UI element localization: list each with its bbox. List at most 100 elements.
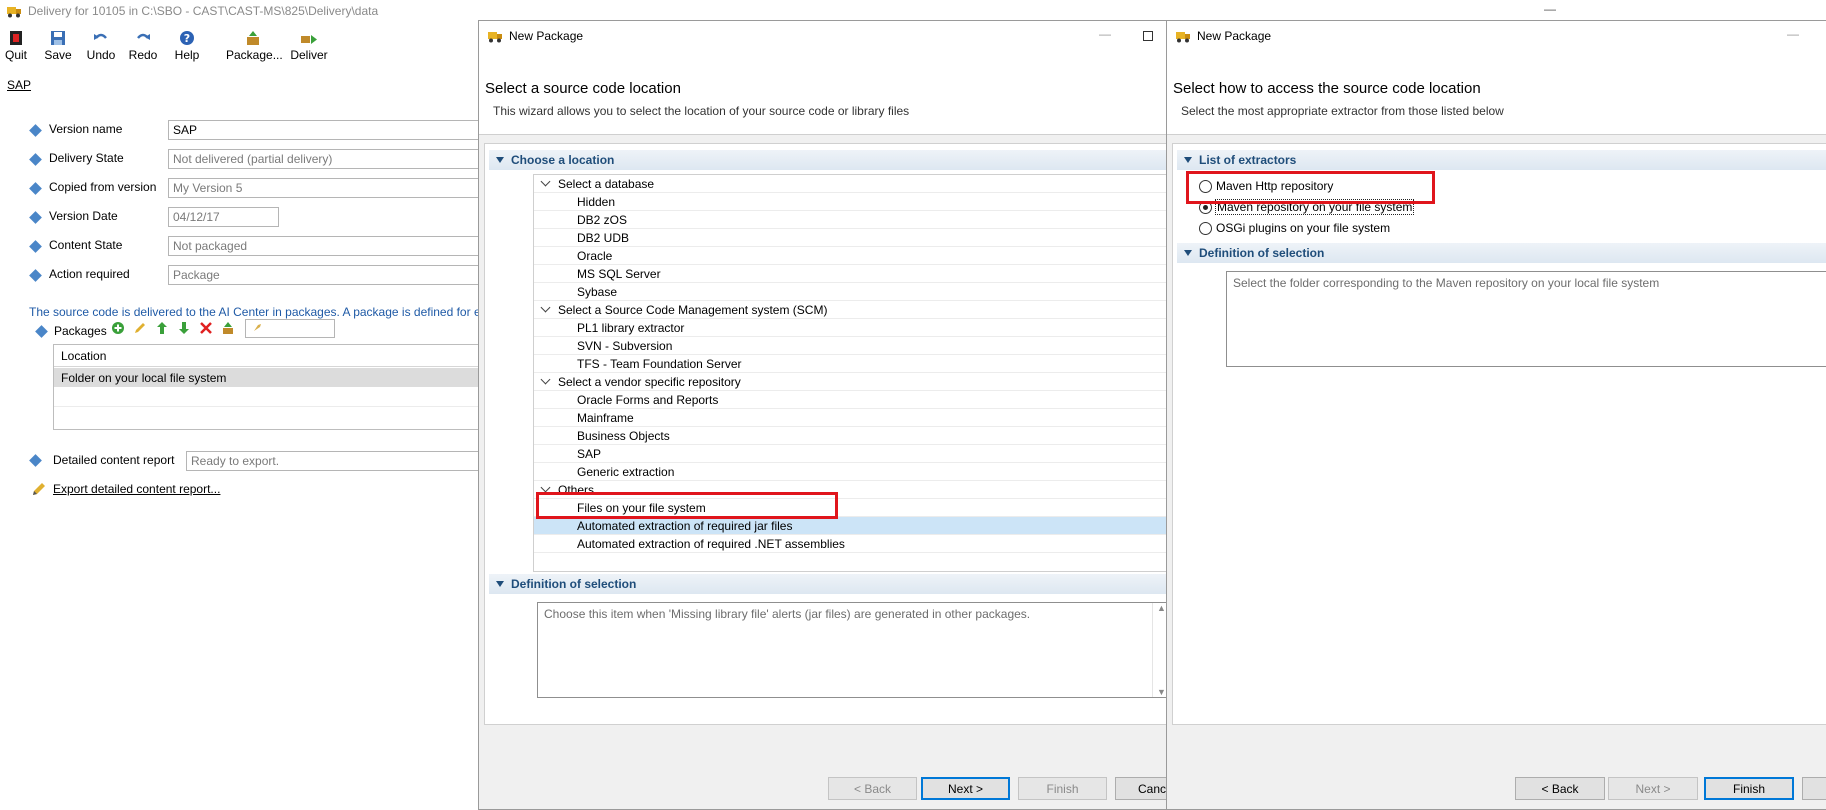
tree-item[interactable]: DB2 zOS — [534, 211, 1168, 229]
chevron-down-icon[interactable] — [540, 176, 551, 187]
help-button[interactable]: ? Help — [172, 30, 202, 62]
minimize-button[interactable]: — — [1544, 2, 1556, 16]
tree-label: Files on your file system — [577, 501, 706, 515]
radio-button[interactable] — [1199, 180, 1212, 193]
tree-item[interactable]: SAP — [534, 445, 1168, 463]
tree-item[interactable]: Oracle Forms and Reports — [534, 391, 1168, 409]
extractor-label: Maven repository on your file system — [1214, 199, 1415, 215]
deliver-icon — [301, 35, 317, 44]
deliver-button[interactable]: Deliver — [289, 30, 329, 62]
tree-item[interactable]: PL1 library extractor — [534, 319, 1168, 337]
section-title: Definition of selection — [1199, 246, 1325, 260]
tree-item[interactable]: Mainframe — [534, 409, 1168, 427]
minimize-button[interactable]: — — [1099, 27, 1111, 41]
arrow-up-icon[interactable] — [155, 321, 169, 335]
quit-button[interactable]: Quit — [4, 30, 28, 62]
content-state-field: Not packaged — [168, 236, 480, 256]
finish-button[interactable]: Finish — [1704, 777, 1794, 800]
scroll-down-icon[interactable]: ▼ — [1157, 687, 1166, 697]
package-icon — [247, 31, 259, 45]
truck-icon — [7, 7, 21, 18]
next-button[interactable]: Next > — [1608, 777, 1698, 800]
dialog-content: Choose a location Select a database Hidde… — [484, 143, 1169, 725]
tree-label: TFS - Team Foundation Server — [577, 357, 742, 371]
tree-label: PL1 library extractor — [577, 321, 685, 335]
window-title: Delivery for 10105 in C:\SBO - CAST\CAST… — [28, 4, 379, 18]
add-icon[interactable] — [111, 321, 125, 335]
radio-button[interactable] — [1199, 222, 1212, 235]
tree-item[interactable]: Hidden — [534, 193, 1168, 211]
tree-label: Oracle — [577, 249, 613, 263]
section-list-extractors[interactable]: List of extractors — [1177, 150, 1826, 170]
chevron-down-icon[interactable] — [540, 374, 551, 385]
back-button[interactable]: < Back — [828, 777, 917, 800]
tree-item[interactable]: MS SQL Server — [534, 265, 1168, 283]
section-definition[interactable]: Definition of selection — [489, 574, 1167, 594]
table-row-divider — [54, 406, 482, 407]
tree-item[interactable]: Oracle — [534, 247, 1168, 265]
finish-button[interactable]: Finish — [1018, 777, 1107, 800]
minimize-button[interactable]: — — [1787, 27, 1799, 41]
tree-item[interactable]: SVN - Subversion — [534, 337, 1168, 355]
package-export-icon[interactable] — [221, 321, 235, 335]
new-package-dialog-location: New Package — Select a source code locat… — [478, 20, 1169, 810]
table-row[interactable]: Folder on your local file system — [54, 368, 482, 387]
version-name-input[interactable]: SAP — [168, 120, 480, 140]
packages-label: Packages — [54, 324, 107, 338]
tree-label: SVN - Subversion — [577, 339, 673, 353]
section-definition[interactable]: Definition of selection — [1177, 243, 1826, 263]
maximize-button[interactable] — [1143, 31, 1153, 41]
delete-icon[interactable] — [199, 321, 213, 335]
rocket-icon — [251, 324, 261, 334]
info-text: The source code is delivered to the AI C… — [29, 305, 479, 319]
next-button[interactable]: Next > — [921, 777, 1010, 800]
dialog-title: New Package — [509, 29, 584, 43]
tree-category[interactable]: Select a Source Code Management system (… — [534, 301, 1168, 319]
chevron-down-icon[interactable] — [540, 302, 551, 313]
redo-button[interactable]: Redo — [128, 30, 158, 62]
cancel-button[interactable] — [1802, 777, 1826, 800]
tree-item[interactable]: Sybase — [534, 283, 1168, 301]
tree-category[interactable]: Select a vendor specific repository — [534, 373, 1168, 391]
edit-pencil-icon[interactable] — [133, 321, 147, 335]
detailed-report-label: Detailed content report — [53, 453, 175, 467]
arrow-down-icon[interactable] — [177, 321, 191, 335]
tree-item[interactable]: Files on your file system — [534, 499, 1168, 517]
version-date-field[interactable]: 04/12/17 — [168, 207, 279, 227]
tree-label: Select a vendor specific repository — [558, 375, 741, 389]
dialog-title-bar: New Package — — [1167, 21, 1826, 51]
breadcrumb[interactable]: SAP — [7, 78, 31, 92]
field-bullet-icon — [29, 153, 42, 166]
undo-button[interactable]: Undo — [86, 30, 116, 62]
chevron-down-icon[interactable] — [540, 482, 551, 493]
tree-item[interactable]: DB2 UDB — [534, 229, 1168, 247]
tree-category[interactable]: Select a database — [534, 175, 1168, 193]
tree-category[interactable]: Others — [534, 481, 1168, 499]
back-button[interactable]: < Back — [1515, 777, 1605, 800]
tree-item[interactable]: TFS - Team Foundation Server — [534, 355, 1168, 373]
tree-label: MS SQL Server — [577, 267, 661, 281]
save-button[interactable]: Save — [44, 30, 72, 62]
deliver-label: Deliver — [290, 48, 328, 62]
tree-item[interactable]: Automated extraction of required jar fil… — [534, 517, 1168, 535]
version-name-label: Version name — [49, 122, 123, 136]
cancel-button[interactable]: Canc — [1115, 777, 1169, 800]
section-choose-location[interactable]: Choose a location — [489, 150, 1167, 170]
definition-content: Choose this item when 'Missing library f… — [544, 607, 1031, 621]
section-title: List of extractors — [1199, 153, 1297, 167]
location-tree: Select a database Hidden DB2 zOS DB2 UDB Ora… — [533, 174, 1169, 572]
radio-button[interactable] — [1199, 201, 1212, 214]
tree-item[interactable]: Generic extraction — [534, 463, 1168, 481]
tree-label: DB2 UDB — [577, 231, 630, 245]
version-date-label: Version Date — [49, 209, 118, 223]
export-report-link[interactable]: Export detailed content report... — [53, 482, 220, 496]
undo-icon — [94, 33, 107, 40]
section-title: Definition of selection — [511, 577, 637, 591]
tree-item[interactable]: Automated extraction of required .NET as… — [534, 535, 1168, 553]
package-filter-input[interactable] — [245, 319, 335, 338]
package-button[interactable]: Package... — [226, 30, 283, 62]
main-title-bar: Delivery for 10105 in C:\SBO - CAST\CAST… — [0, 0, 1826, 22]
table-header-location[interactable]: Location — [54, 345, 482, 367]
scroll-up-icon[interactable]: ▲ — [1157, 603, 1166, 613]
tree-item[interactable]: Business Objects — [534, 427, 1168, 445]
